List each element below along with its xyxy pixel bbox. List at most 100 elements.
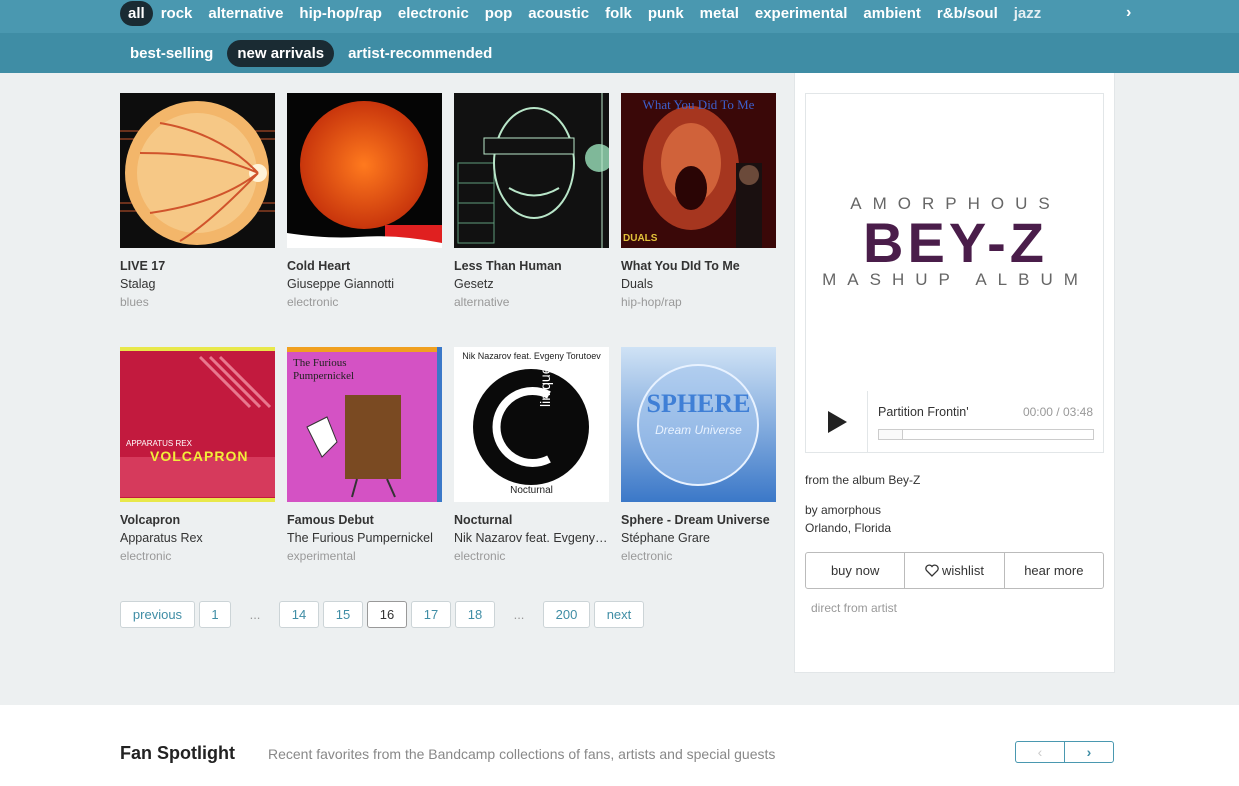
album-card[interactable]: What You Did To Me DUALS What You DId To… <box>621 93 781 309</box>
album-art[interactable]: SPHERE Dream Universe <box>621 347 776 502</box>
page-14-button[interactable]: 14 <box>279 601 319 628</box>
album-title[interactable]: What You DId To Me <box>621 259 779 273</box>
art-title-text: What You Did To Me <box>642 97 755 112</box>
album-title[interactable]: Nocturnal <box>454 513 612 527</box>
progress-handle[interactable] <box>879 430 903 439</box>
album-art[interactable]: Nik Nazarov feat. Evgeny Torutoev liniqu… <box>454 347 609 502</box>
art-artist-text: Nik Nazarov feat. Evgeny Torutoev <box>462 351 601 361</box>
artist-name[interactable]: by amorphous <box>805 503 881 517</box>
genre-jazz[interactable]: jazz <box>1006 1 1050 26</box>
genre-next-icon[interactable]: › <box>1126 4 1131 22</box>
track-time: 00:00 / 03:48 <box>1022 405 1093 419</box>
wishlist-label: wishlist <box>942 563 984 578</box>
featured-album-cover[interactable]: AMORPHOUS BEY-Z MASHUP ALBUM <box>805 93 1104 392</box>
genre-all[interactable]: all <box>120 1 153 26</box>
wishlist-button[interactable]: wishlist <box>905 553 1005 588</box>
album-title[interactable]: Sphere - Dream Universe <box>621 513 779 527</box>
album-art[interactable]: What You Did To Me DUALS <box>621 93 776 248</box>
genre-experimental[interactable]: experimental <box>747 1 856 26</box>
album-genre[interactable]: hip-hop/rap <box>621 295 781 309</box>
tab-new-arrivals[interactable]: new arrivals <box>227 39 335 67</box>
genre-rnb-soul[interactable]: r&b/soul <box>929 1 1006 26</box>
album-genre[interactable]: electronic <box>621 549 781 563</box>
art-title-text: SPHERE <box>646 389 751 418</box>
album-card[interactable]: Less Than Human Gesetz alternative <box>454 93 614 309</box>
fan-spotlight-section: Fan Spotlight Recent favorites from the … <box>0 705 1239 786</box>
album-artist[interactable]: Giuseppe Giannotti <box>287 277 442 291</box>
featured-album-panel: AMORPHOUS BEY-Z MASHUP ALBUM Partition F… <box>794 73 1115 673</box>
album-card[interactable]: APPARATUS REX VOLCAPRON Volcapron Appara… <box>120 347 280 563</box>
album-art[interactable] <box>120 93 275 248</box>
album-artist[interactable]: Nik Nazarov feat. Evgeny Torutoev <box>454 531 609 545</box>
play-button[interactable] <box>806 391 868 452</box>
page-18-button[interactable]: 18 <box>455 601 495 628</box>
album-genre[interactable]: electronic <box>120 549 280 563</box>
tab-best-selling[interactable]: best-selling <box>123 40 220 67</box>
genre-punk[interactable]: punk <box>640 1 692 26</box>
album-artist[interactable]: Stéphane Grare <box>621 531 776 545</box>
keyboard-art-image <box>120 347 275 502</box>
page-200-button[interactable]: 200 <box>543 601 590 628</box>
genre-rock[interactable]: rock <box>153 1 201 26</box>
progress-bar[interactable] <box>878 429 1094 440</box>
demon-art-image <box>621 93 776 248</box>
album-art[interactable] <box>287 93 442 248</box>
sun-art-image <box>287 93 442 248</box>
album-title[interactable]: Cold Heart <box>287 259 445 273</box>
album-art[interactable] <box>454 93 609 248</box>
genre-acoustic[interactable]: acoustic <box>520 1 597 26</box>
spotlight-prev-button[interactable]: ‹ <box>1016 742 1065 762</box>
next-page-button[interactable]: next <box>594 601 644 628</box>
genre-folk[interactable]: folk <box>597 1 640 26</box>
pagination-ellipsis: ... <box>249 607 261 622</box>
genre-ambient[interactable]: ambient <box>855 1 929 26</box>
album-title[interactable]: Volcapron <box>120 513 278 527</box>
genre-alternative[interactable]: alternative <box>200 1 291 26</box>
album-artist[interactable]: Stalag <box>120 277 275 291</box>
genre-electronic[interactable]: electronic <box>390 1 477 26</box>
album-artist[interactable]: Duals <box>621 277 776 291</box>
album-title[interactable]: Less Than Human <box>454 259 612 273</box>
page-15-button[interactable]: 15 <box>323 601 363 628</box>
album-card[interactable]: Cold Heart Giuseppe Giannotti electronic <box>287 93 447 309</box>
spotlight-next-button[interactable]: › <box>1065 742 1113 762</box>
album-genre[interactable]: electronic <box>287 295 447 309</box>
album-genre[interactable]: experimental <box>287 549 447 563</box>
album-genre[interactable]: blues <box>120 295 280 309</box>
spotlight-nav: ‹ › <box>1015 741 1114 763</box>
direct-from-artist-label: direct from artist <box>811 601 898 615</box>
buy-now-label: buy now <box>830 563 880 578</box>
album-card[interactable]: SPHERE Dream Universe Sphere - Dream Uni… <box>621 347 781 563</box>
album-art[interactable]: APPARATUS REX VOLCAPRON <box>120 347 275 502</box>
tab-artist-recommended[interactable]: artist-recommended <box>341 40 499 67</box>
album-artist[interactable]: The Furious Pumpernickel <box>287 531 442 545</box>
buy-now-button[interactable]: buy now <box>806 553 906 588</box>
hear-more-button[interactable]: hear more <box>1005 553 1103 588</box>
album-art[interactable]: The Furious Pumpernickel <box>287 347 442 502</box>
track-title[interactable]: Partition Frontin' <box>878 405 969 419</box>
art-artist-text: DUALS <box>623 233 658 244</box>
album-artist[interactable]: Apparatus Rex <box>120 531 275 545</box>
previous-page-button[interactable]: previous <box>120 601 195 628</box>
album-genre[interactable]: alternative <box>454 295 614 309</box>
art-title-text: VOLCAPRON <box>150 448 249 464</box>
page-1-button[interactable]: 1 <box>199 601 231 628</box>
album-title[interactable]: LIVE 17 <box>120 259 278 273</box>
album-artist[interactable]: Gesetz <box>454 277 609 291</box>
album-source[interactable]: from the album Bey-Z <box>805 473 920 487</box>
cover-main-text: BEY-Z <box>863 211 1048 274</box>
album-card[interactable]: Nik Nazarov feat. Evgeny Torutoev liniqu… <box>454 347 614 563</box>
art-title-text: The Furious Pumpernickel <box>293 357 355 382</box>
heart-icon <box>925 564 939 577</box>
page-17-button[interactable]: 17 <box>411 601 451 628</box>
album-card[interactable]: LIVE 17 Stalag blues <box>120 93 280 309</box>
genre-hip-hop-rap[interactable]: hip-hop/rap <box>291 1 390 26</box>
album-genre[interactable]: electronic <box>454 549 614 563</box>
genre-metal[interactable]: metal <box>692 1 747 26</box>
art-title-text: linique <box>537 366 553 407</box>
genre-pop[interactable]: pop <box>477 1 521 26</box>
album-title[interactable]: Famous Debut <box>287 513 445 527</box>
album-card[interactable]: The Furious Pumpernickel Famous Debut Th… <box>287 347 447 563</box>
pagination: previous 1 ... 14 15 16 17 18 ... 200 ne… <box>120 601 648 628</box>
clinique-art-image <box>454 347 609 502</box>
